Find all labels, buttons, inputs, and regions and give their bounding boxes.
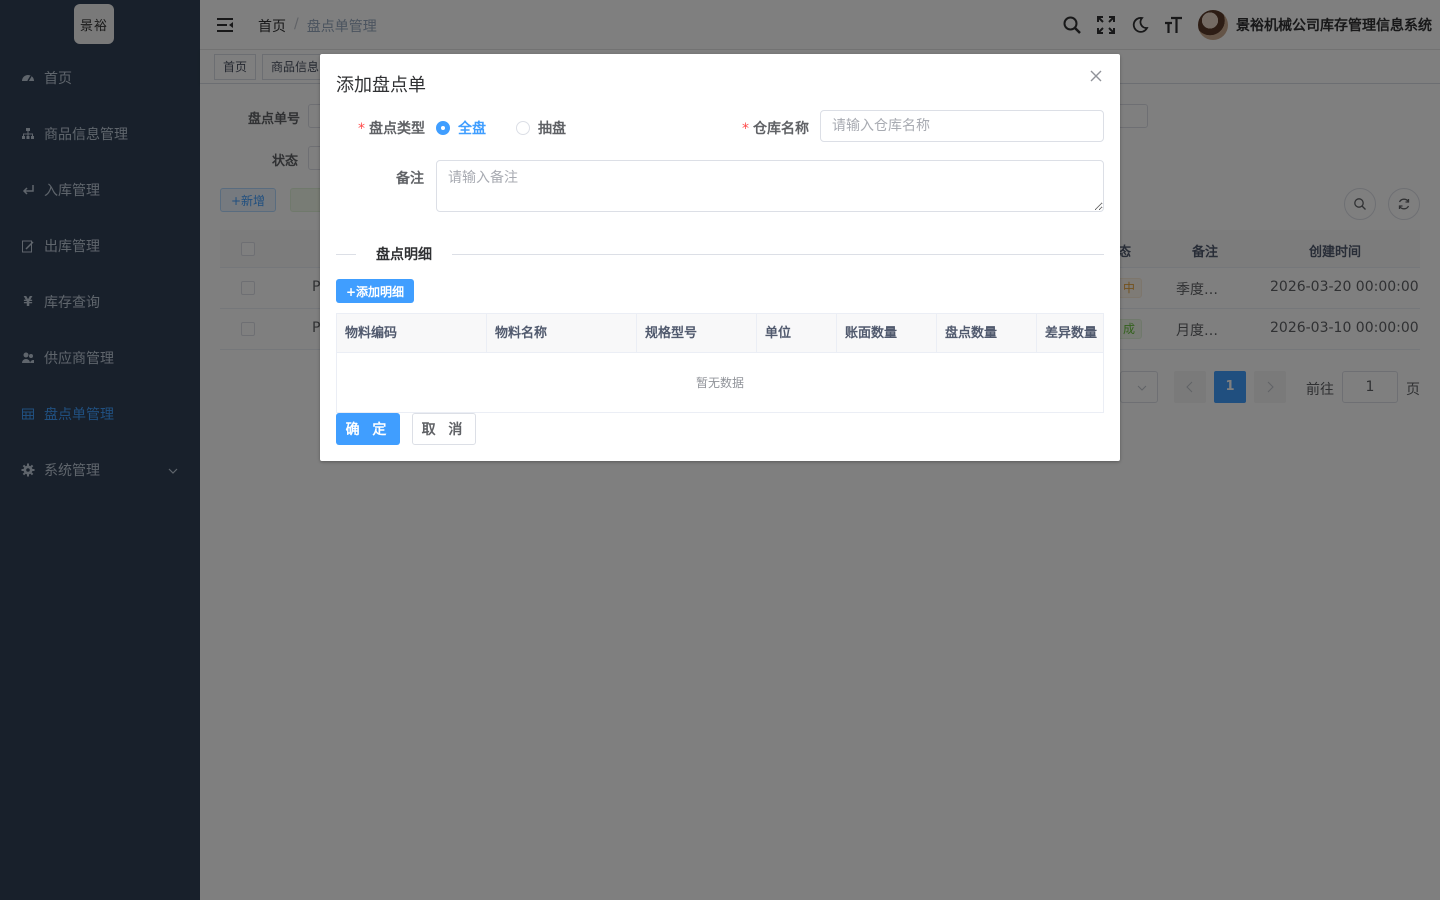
empty-text: 暂无数据 [695, 376, 744, 390]
required-asterisk: * [742, 121, 749, 137]
remark-textarea[interactable] [436, 160, 1104, 212]
th-check-qty: 盘点数量 [937, 314, 1037, 353]
radio-spot-check[interactable]: 抽盘 [516, 118, 566, 138]
detail-table: 物料编码 物料名称 规格型号 单位 账面数量 盘点数量 差异数量 暂无数据 [336, 313, 1104, 413]
th-spec: 规格型号 [637, 314, 757, 353]
th-unit: 单位 [757, 314, 837, 353]
remark-label: 备注 [396, 171, 424, 187]
add-inventory-check-dialog: 添加盘点单 *盘点类型 全盘 抽盘 *仓库名称 备注 盘点明细 +添加明细 物料… [320, 54, 1120, 461]
radio-label: 抽盘 [538, 121, 566, 137]
cancel-button[interactable]: 取 消 [412, 413, 476, 445]
warehouse-label-text: 仓库名称 [753, 121, 809, 137]
th-book-qty: 账面数量 [837, 314, 937, 353]
th-material-name: 物料名称 [487, 314, 637, 353]
warehouse-input[interactable] [820, 110, 1104, 142]
close-icon[interactable] [1088, 68, 1104, 84]
required-asterisk: * [358, 121, 365, 137]
th-material-code: 物料编码 [337, 314, 487, 353]
check-type-label-text: 盘点类型 [369, 121, 425, 137]
detail-table-header: 物料编码 物料名称 规格型号 单位 账面数量 盘点数量 差异数量 [337, 314, 1103, 353]
dialog-title: 添加盘点单 [336, 75, 426, 96]
radio-label: 全盘 [458, 121, 486, 137]
detail-section-title: 盘点明细 [356, 244, 452, 264]
radio-dot[interactable] [516, 121, 530, 135]
radio-dot[interactable] [436, 121, 450, 135]
confirm-button[interactable]: 确 定 [336, 413, 400, 445]
warehouse-label: * 仓库名称 [742, 118, 809, 138]
add-detail-button[interactable]: +添加明细 [336, 279, 415, 303]
radio-full-check[interactable]: 全盘 [436, 118, 486, 138]
th-diff-qty: 差异数量 [1045, 326, 1098, 341]
check-type-label: * 盘点类型 [358, 118, 425, 138]
